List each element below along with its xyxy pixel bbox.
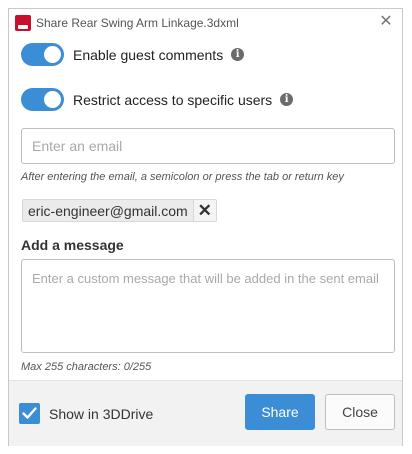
share-button[interactable]: Share [245, 394, 315, 430]
3dxml-app-icon [15, 15, 31, 31]
guest-comments-toggle[interactable] [21, 43, 64, 66]
show-in-3ddrive-checkbox[interactable] [19, 403, 40, 424]
message-heading: Add a message [21, 237, 124, 253]
close-button[interactable]: Close [325, 394, 395, 430]
toggle-knob [44, 46, 61, 63]
dialog-footer: Show in 3DDrive Share Close [9, 380, 402, 446]
restrict-access-row: Restrict access to specific users i [21, 88, 294, 111]
share-dialog: Share Rear Swing Arm Linkage.3dxml ✕ Ena… [8, 8, 403, 446]
email-hint: After entering the email, a semicolon or… [21, 171, 344, 183]
character-counter: Max 255 characters: 0/255 [21, 361, 152, 373]
title-bar: Share Rear Swing Arm Linkage.3dxml ✕ [9, 9, 402, 37]
recipient-email: eric-engineer@gmail.com [28, 202, 188, 219]
guest-comments-row: Enable guest comments i [21, 43, 245, 66]
checkmark-icon [22, 407, 37, 419]
remove-chip-icon[interactable]: ✕ [192, 200, 216, 221]
email-input[interactable] [21, 128, 395, 164]
toggle-knob [44, 91, 61, 108]
recipient-chip: eric-engineer@gmail.com ✕ [22, 199, 217, 222]
restrict-access-label: Restrict access to specific users [73, 91, 273, 108]
dialog-title: Share Rear Swing Arm Linkage.3dxml [36, 16, 239, 30]
info-icon[interactable]: i [231, 48, 245, 61]
message-textarea[interactable] [21, 259, 395, 353]
guest-comments-label: Enable guest comments [73, 46, 224, 63]
close-icon[interactable]: ✕ [377, 13, 395, 31]
info-icon[interactable]: i [280, 93, 294, 106]
restrict-access-toggle[interactable] [21, 88, 64, 111]
show-in-3ddrive-label: Show in 3DDrive [49, 406, 154, 422]
